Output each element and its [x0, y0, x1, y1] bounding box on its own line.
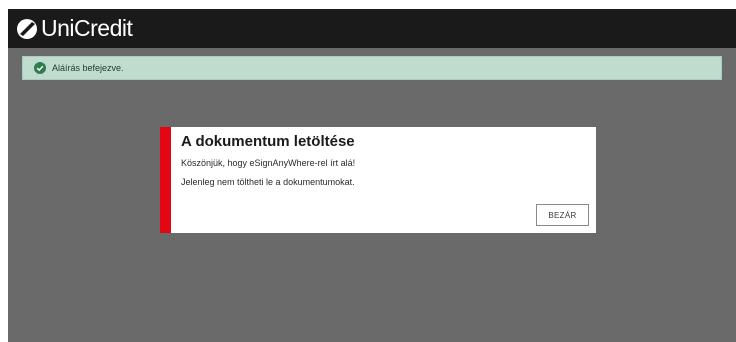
brand-logo[interactable]: UniCredit — [16, 15, 133, 42]
dialog-thank-you-text: Köszönjük, hogy eSignAnyWhere-rel írt al… — [181, 158, 356, 168]
alert-message: Aláírás befejezve. — [52, 63, 124, 73]
check-circle-icon — [34, 62, 46, 74]
download-dialog: A dokumentum letöltése Köszönjük, hogy e… — [160, 127, 596, 233]
brand-name: UniCredit — [41, 15, 133, 41]
top-bar: UniCredit — [8, 9, 736, 48]
dialog-info-text: Jelenleg nem töltheti le a dokumentumoka… — [181, 177, 355, 187]
dialog-title: A dokumentum letöltése — [181, 133, 355, 150]
app-frame: UniCredit Aláírás befejezve. A dokumentu… — [8, 9, 736, 342]
unicredit-logo-icon — [17, 18, 37, 39]
close-button[interactable]: BEZÁR — [536, 204, 589, 226]
success-alert: Aláírás befejezve. — [22, 56, 722, 80]
dialog-accent-bar — [160, 127, 171, 233]
